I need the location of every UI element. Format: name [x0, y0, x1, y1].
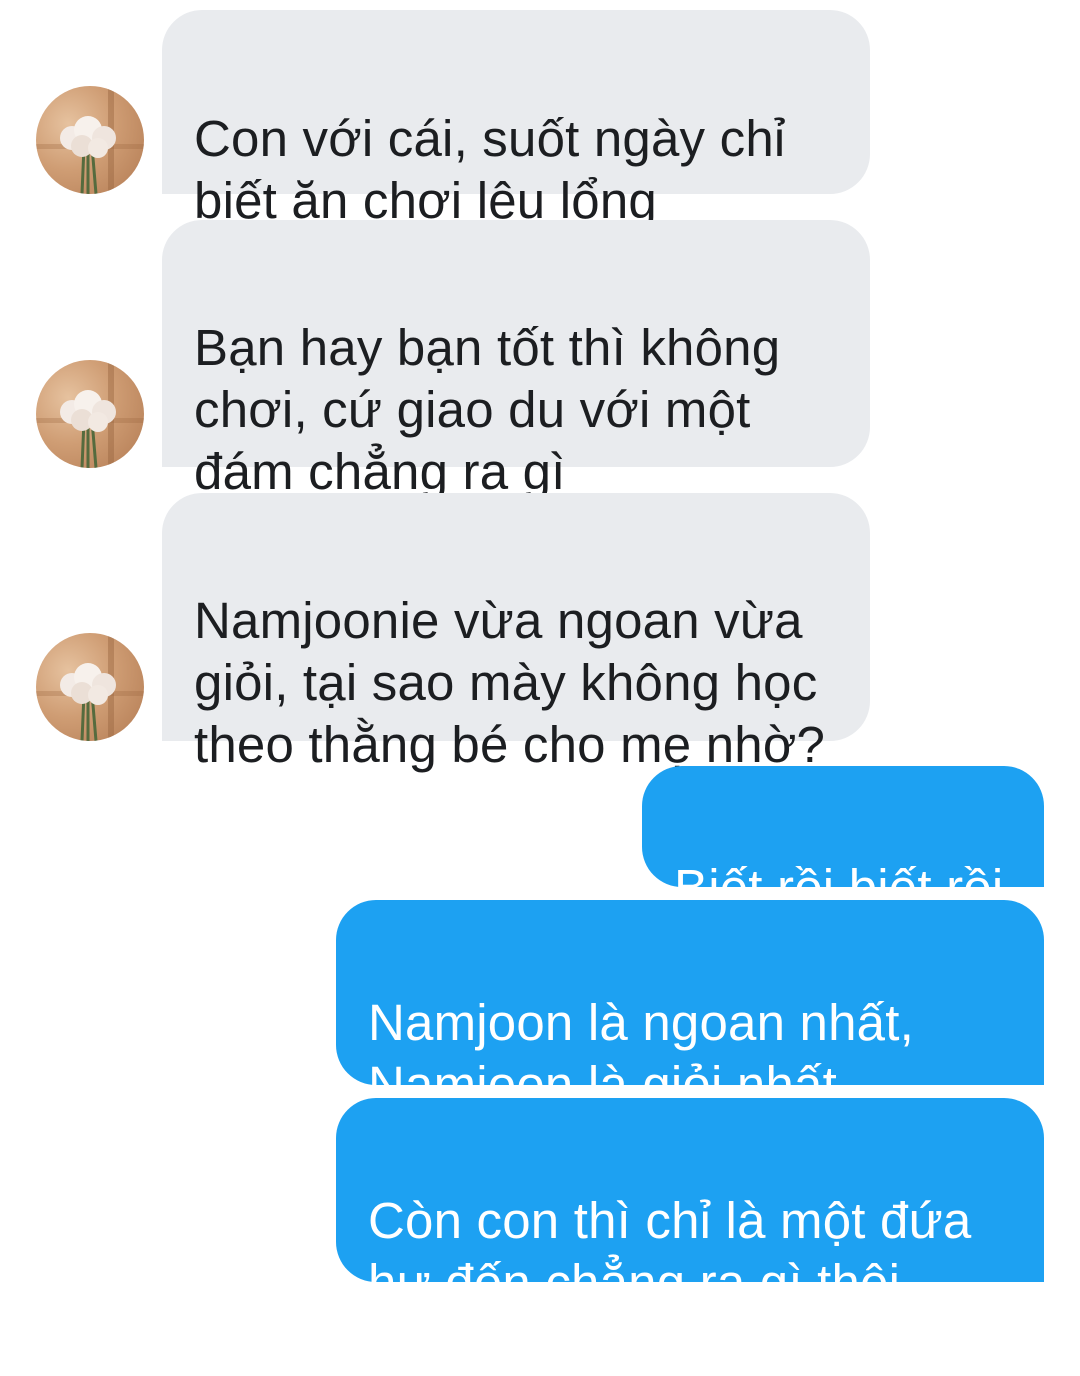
flower-bouquet-icon	[36, 633, 144, 741]
sender-avatar[interactable]	[36, 86, 144, 194]
message-text: Còn con thì chỉ là một đứa hư đốn chẳng …	[368, 1192, 972, 1311]
message-text: Bạn hay bạn tốt thì không chơi, cứ giao …	[194, 319, 781, 500]
incoming-message-bubble[interactable]: Bạn hay bạn tốt thì không chơi, cứ giao …	[162, 220, 870, 500]
outgoing-message-bubble[interactable]: Còn con thì chỉ là một đứa hư đốn chẳng …	[336, 1098, 1044, 1311]
sender-avatar[interactable]	[36, 633, 144, 741]
message-text: Namjoonie vừa ngoan vừa giỏi, tại sao mà…	[194, 592, 826, 773]
sender-avatar[interactable]	[36, 360, 144, 468]
message-text: Con với cái, suốt ngày chỉ biết ăn chơi …	[194, 110, 786, 229]
incoming-message-bubble[interactable]: Con với cái, suốt ngày chỉ biết ăn chơi …	[162, 10, 870, 229]
outgoing-message-bubble[interactable]: Namjoon là ngoan nhất, Namjoon là giỏi n…	[336, 900, 1044, 1113]
outgoing-message-bubble[interactable]: Biết rồi biết rồi	[642, 766, 1044, 916]
incoming-message-bubble[interactable]: Namjoonie vừa ngoan vừa giỏi, tại sao mà…	[162, 493, 870, 773]
flower-bouquet-icon	[36, 86, 144, 194]
flower-bouquet-icon	[36, 360, 144, 468]
